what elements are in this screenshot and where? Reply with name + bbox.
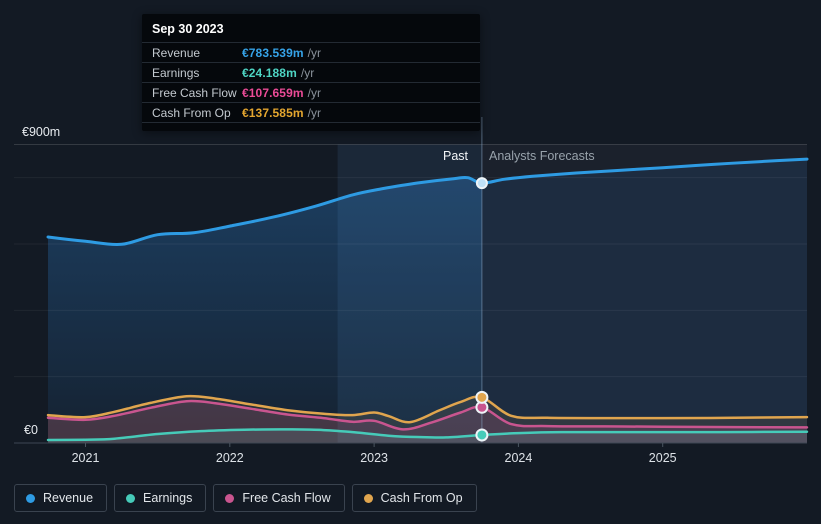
chart-legend: Revenue Earnings Free Cash Flow Cash From O… <box>14 484 477 512</box>
tooltip-row: Cash From Op €137.585m/yr <box>142 103 480 123</box>
legend-dot <box>126 493 136 503</box>
tooltip-row-unit: /yr <box>307 105 321 120</box>
legend-label: Free Cash Flow <box>242 491 331 505</box>
tooltip-row-label: Revenue <box>152 45 201 60</box>
tooltip-row-unit: /yr <box>307 45 321 60</box>
tooltip-row-value: €137.585m <box>242 105 304 120</box>
x-tick-label-2024: 2024 <box>504 451 533 465</box>
legend-dot <box>225 493 235 503</box>
chart-tooltip: Sep 30 2023 Revenue €783.539m/yr Earnings €… <box>142 14 480 131</box>
legend-item-revenue[interactable]: Revenue <box>14 484 108 512</box>
marker-revenue[interactable] <box>475 177 488 190</box>
legend-label: Earnings <box>143 491 193 505</box>
y-axis-max-label: €900m <box>22 125 61 139</box>
analysts-forecasts-label: Analysts Forecasts <box>489 149 595 163</box>
x-tick-label-2023: 2023 <box>360 451 389 465</box>
tooltip-row-unit: /yr <box>307 85 321 100</box>
tooltip-row-label: Earnings <box>152 65 200 80</box>
earnings-revenue-growth-chart: Sep 30 2023 Revenue €783.539m/yr Earnings €… <box>0 0 821 524</box>
tooltip-row-value: €783.539m <box>242 45 304 60</box>
tooltip-date: Sep 30 2023 <box>142 14 480 43</box>
past-year-band <box>337 144 482 443</box>
legend-item-free-cash-flow[interactable]: Free Cash Flow <box>213 484 345 512</box>
tooltip-row-unit: /yr <box>300 65 315 80</box>
tooltip-row-value: €24.188m <box>242 65 297 80</box>
legend-label: Cash From Op <box>380 491 463 505</box>
tooltip-rows: Revenue €783.539m/yr Earnings €24.188m/yr Fr… <box>142 43 480 123</box>
past-label: Past <box>442 149 468 163</box>
tooltip-row-label: Free Cash Flow <box>152 85 237 100</box>
tooltip-row: Earnings €24.188m/yr <box>142 63 480 83</box>
marker-earnings[interactable] <box>475 428 489 442</box>
legend-item-cash-from-op[interactable]: Cash From Op <box>351 484 477 512</box>
x-tick-label-2021: 2021 <box>71 451 100 465</box>
legend-dot <box>363 493 373 503</box>
tooltip-row: Revenue €783.539m/yr <box>142 43 480 63</box>
legend-item-earnings[interactable]: Earnings <box>114 484 207 512</box>
legend-dot <box>26 493 35 503</box>
y-axis-zero-label: €0 <box>24 423 38 437</box>
legend-label: Revenue <box>43 491 94 505</box>
tooltip-row: Free Cash Flow €107.659m/yr <box>142 83 480 103</box>
tooltip-row-value: €107.659m <box>242 85 304 100</box>
x-tick-label-2025: 2025 <box>648 451 677 465</box>
x-tick-label-2022: 2022 <box>215 451 244 465</box>
marker-cash-from-op[interactable] <box>475 390 489 404</box>
tooltip-row-label: Cash From Op <box>152 105 231 120</box>
